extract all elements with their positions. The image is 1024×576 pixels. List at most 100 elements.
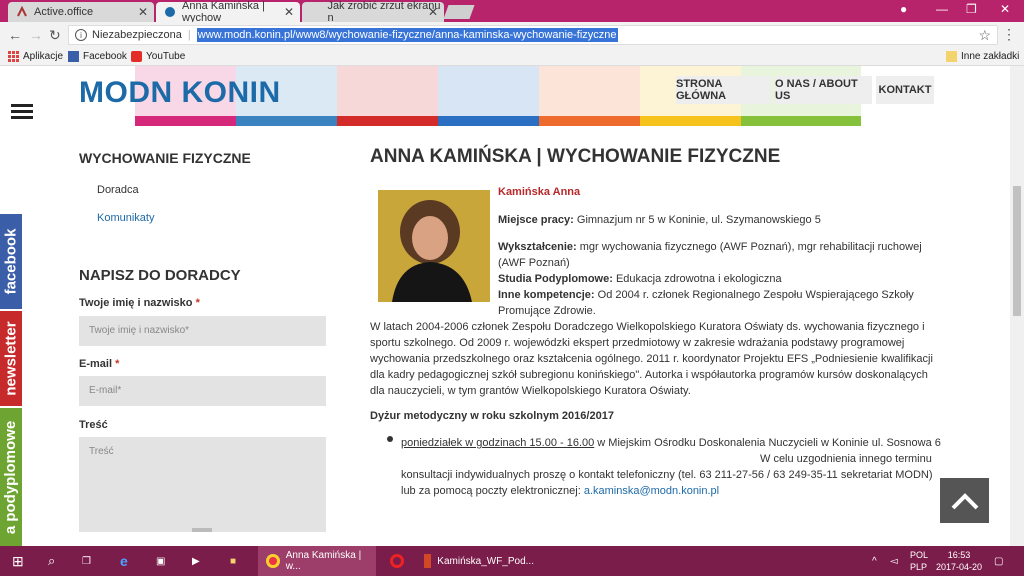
education-value: mgr wychowania fizycznego (AWF Poznań), … [576, 241, 922, 253]
security-label: Niezabezpieczona [92, 29, 182, 41]
email-link[interactable]: a.kaminska@modn.konin.pl [584, 485, 719, 497]
bookmark-apps[interactable]: Aplikacje [8, 51, 63, 62]
address-bar[interactable]: i Niezabezpieczona | www.modn.konin.pl/w… [68, 25, 998, 45]
media-player-icon[interactable]: ▶ [192, 553, 200, 569]
close-icon[interactable]: ✕ [428, 5, 438, 19]
workplace-label: Miejsce pracy: [498, 214, 574, 226]
clock[interactable]: 16:53 2017-04-20 [936, 549, 982, 573]
browser-tab-bar: Active.office ✕ Anna Kamińska | wychow ✕… [0, 0, 1024, 24]
file-explorer-icon[interactable]: ■ [230, 553, 236, 569]
edge-icon[interactable]: e [120, 553, 128, 569]
tray-chevron-icon[interactable]: ^ [872, 553, 877, 569]
bio-line: sportu szkolnego. Od 2009 r. wojewódzki … [370, 337, 905, 349]
taskbar-app-label: Anna Kamińska | w... [285, 550, 362, 572]
site-logo[interactable]: MODN KONIN [79, 76, 281, 110]
sidebar-link-doradca[interactable]: Doradca [97, 184, 139, 196]
active-office-icon [16, 5, 28, 18]
duty-line-4: lub za pomocą poczty elektronicznej: a.k… [401, 483, 719, 499]
user-icon[interactable]: ● [900, 2, 907, 16]
name-label-text: Twoje imię i nazwisko [79, 297, 193, 309]
bio-line: W latach 2004-2006 członek Zespołu Dorad… [370, 321, 925, 333]
notification-icon[interactable]: ▢ [994, 553, 1003, 569]
bio-line: dla kadry pedagogicznej szkół subregionu… [370, 369, 928, 381]
duty-title: Dyżur metodyczny w roku szkolnym 2016/20… [370, 410, 614, 422]
close-icon[interactable]: ✕ [284, 5, 294, 19]
web-page: MODN KONIN STRONA GŁÓWNA O NAS / ABOUT U… [0, 66, 1024, 546]
education-line-2: (AWF Poznań) [498, 257, 570, 269]
sidebar-title: WYCHOWANIE FIZYCZNE [79, 150, 251, 166]
forward-arrow-icon[interactable]: → [29, 27, 43, 43]
education-label: Wykształcenie: [498, 241, 577, 253]
tab-active-office[interactable]: Active.office ✕ [8, 2, 154, 22]
tab-label: Jak zrobić zrzut ekranu n [327, 0, 441, 24]
volume-icon[interactable]: ◅ [890, 553, 898, 569]
search-icon[interactable]: ⌕ [48, 553, 55, 569]
postgrad-line: Studia Podyplomowe: Edukacja zdrowotna i… [498, 271, 782, 287]
tab-zrzut-ekranu[interactable]: Jak zrobić zrzut ekranu n ✕ [302, 0, 444, 24]
name-input[interactable]: Twoje imię i nazwisko* [79, 316, 326, 346]
duty-time: poniedziałek w godzinach 15.00 - 16.00 [401, 437, 595, 449]
person-name: Kamińska Anna [498, 186, 581, 198]
duty-place: w Miejskim Ośrodku Doskonalenia Nuczycie… [594, 437, 941, 449]
side-tab-label: a podyplomowe [2, 420, 20, 534]
url-text[interactable]: www.modn.konin.pl/www8/wychowanie-fizycz… [196, 28, 618, 42]
contact-form-title: NAPISZ DO DORADCY [79, 267, 241, 284]
scrollbar-thumb[interactable] [1013, 186, 1021, 316]
podyplomowe-side-tab[interactable]: a podyplomowe [0, 408, 22, 546]
taskbar-app-powerpoint[interactable]: Kamińska_WF_Pod... [416, 546, 534, 576]
new-tab-button[interactable] [443, 5, 475, 19]
task-view-icon[interactable]: ❐ [82, 553, 91, 569]
duty-line-3: konsultacji indywidualnych proszę o kont… [401, 469, 933, 481]
facebook-side-tab[interactable]: facebook [0, 214, 22, 309]
facebook-icon [68, 51, 79, 62]
taskbar-app-opera[interactable] [382, 546, 412, 576]
competences-value: Od 2004 r. członek Regionalnego Zespołu … [594, 289, 914, 301]
scroll-to-top-button[interactable] [940, 478, 989, 523]
bookmark-facebook[interactable]: Facebook [68, 51, 127, 62]
language-code: POL [910, 550, 929, 560]
competences-label: Inne kompetencje: [498, 289, 595, 301]
page-scrollbar[interactable] [1010, 66, 1024, 546]
close-icon[interactable]: ✕ [138, 5, 148, 19]
reload-icon[interactable]: ↻ [49, 27, 61, 44]
apps-grid-icon [8, 51, 19, 62]
window-close-icon[interactable]: ✕ [1000, 2, 1010, 16]
store-icon[interactable]: ▣ [156, 553, 165, 569]
more-menu-icon[interactable]: ⋮ [1002, 26, 1016, 43]
sidebar-link-komunikaty[interactable]: Komunikaty [97, 212, 154, 224]
hamburger-menu-icon[interactable] [11, 104, 33, 120]
textarea-resize-handle[interactable] [192, 528, 212, 532]
clock-date: 2017-04-20 [936, 562, 983, 572]
competences-line-2: Promujące Zdrowie. [498, 305, 596, 317]
address-toolbar: ← → ↻ i Niezabezpieczona | www.modn.koni… [0, 22, 1024, 48]
message-textarea[interactable]: Treść [79, 437, 326, 532]
language-indicator[interactable]: POL PLP [910, 549, 928, 573]
taskbar-app-chrome[interactable]: Anna Kamińska | w... [258, 546, 376, 576]
windows-start-icon[interactable]: ⊞ [12, 553, 24, 569]
bookmark-star-icon[interactable]: ☆ [978, 27, 991, 44]
bookmark-youtube[interactable]: YouTube [131, 51, 185, 62]
nav-contact[interactable]: KONTAKT [876, 76, 934, 104]
youtube-icon [131, 51, 142, 62]
clock-time: 16:53 [947, 550, 971, 560]
profile-photo [378, 190, 490, 302]
email-input[interactable]: E-mail* [79, 376, 326, 406]
tab-anna-kaminska[interactable]: Anna Kamińska | wychow ✕ [156, 0, 300, 24]
nav-home[interactable]: STRONA GŁÓWNA [676, 76, 771, 104]
postgrad-value: Edukacja zdrowotna i ekologiczna [612, 273, 782, 285]
workplace-line: Miejsce pracy: Gimnazjum nr 5 w Koninie,… [498, 212, 821, 228]
nav-about[interactable]: O NAS / ABOUT US [775, 76, 872, 104]
newsletter-side-tab[interactable]: newsletter [0, 311, 22, 406]
bio-line: wychowania przedszkolnego oraz kształcen… [370, 353, 933, 365]
other-bookmarks[interactable]: Inne zakładki [946, 51, 1019, 62]
modn-favicon-icon [164, 6, 176, 18]
duty-line: poniedziałek w godzinach 15.00 - 16.00 w… [401, 435, 941, 451]
powerpoint-icon [424, 554, 432, 568]
keyboard-code: PLP [910, 562, 928, 572]
tab-label: Active.office [34, 6, 94, 18]
other-bookmarks-label: Inne zakładki [961, 51, 1020, 62]
back-arrow-icon[interactable]: ← [8, 27, 22, 43]
restore-icon[interactable]: ❐ [966, 2, 977, 16]
info-icon[interactable]: i [75, 29, 87, 41]
minimize-icon[interactable]: — [936, 2, 948, 16]
